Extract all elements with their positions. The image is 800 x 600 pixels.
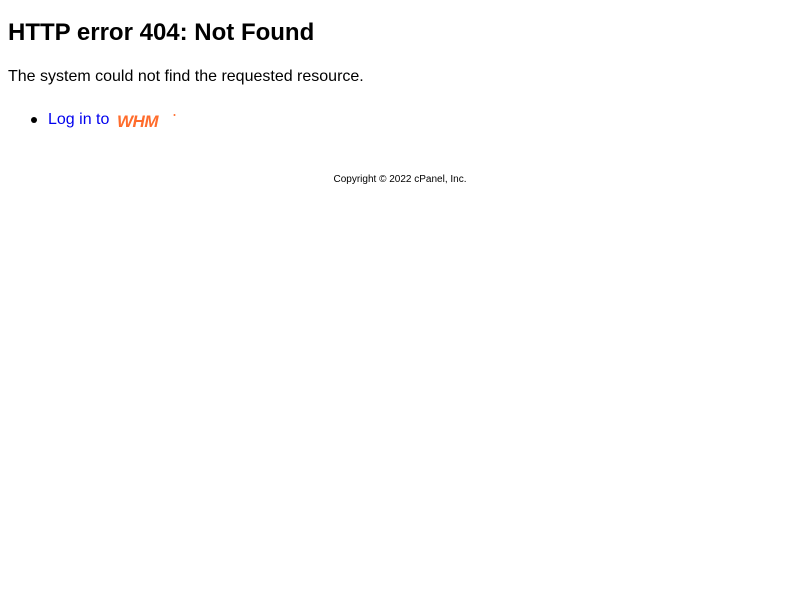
login-link-label: Log in to: [48, 111, 110, 128]
error-page: HTTP error 404: Not Found The system cou…: [0, 0, 800, 600]
login-whm-link[interactable]: Log in to WHM: [48, 110, 178, 130]
bullet-icon: [31, 117, 37, 123]
list-item: Log in to WHM: [8, 110, 178, 132]
whm-logo-icon: WHM: [117, 112, 176, 130]
whm-logo-text: WHM: [117, 112, 159, 130]
copyright-footer: Copyright © 2022 cPanel, Inc.: [333, 174, 467, 185]
error-message: The system could not find the requested …: [8, 68, 364, 85]
page-title: HTTP error 404: Not Found: [8, 19, 315, 46]
link-list: Log in to WHM: [8, 110, 178, 132]
